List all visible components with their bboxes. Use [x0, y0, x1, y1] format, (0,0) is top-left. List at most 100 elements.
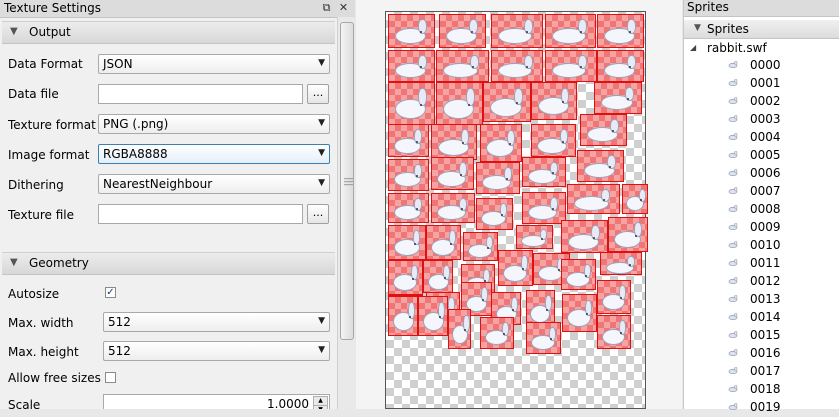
dithering-select[interactable]: NearestNeighbour ▼	[98, 174, 330, 194]
sprite-frame[interactable]	[418, 296, 448, 336]
sprite-frame[interactable]	[516, 225, 553, 249]
texture-preview-area[interactable]	[356, 0, 682, 409]
sprite-frame[interactable]	[480, 124, 522, 162]
sprite-frame[interactable]	[531, 124, 576, 157]
sprite-frame[interactable]	[431, 193, 475, 223]
sprite-frame[interactable]	[388, 296, 418, 336]
sprite-frame[interactable]	[476, 162, 520, 194]
sprite-frame[interactable]	[597, 50, 644, 82]
sprite-frame[interactable]	[594, 82, 642, 114]
sprite-frame[interactable]	[388, 124, 429, 157]
autosize-checkbox[interactable]: ✓	[105, 287, 116, 298]
sprite-frame[interactable]	[388, 193, 429, 223]
close-icon[interactable]: ✕	[337, 1, 350, 15]
sprite-frame[interactable]	[480, 317, 514, 349]
rabbit-eye	[509, 143, 511, 145]
sprite-frame[interactable]	[526, 322, 561, 354]
sprite-list-item[interactable]: 0005	[684, 147, 839, 165]
sprite-frame[interactable]	[426, 225, 461, 260]
texture-file-browse-button[interactable]: ...	[307, 204, 329, 224]
sprite-frame[interactable]	[436, 50, 489, 82]
sprite-frame[interactable]	[476, 198, 513, 230]
sprite-frame[interactable]	[622, 184, 648, 214]
sprite-list-item[interactable]: 0006	[684, 165, 839, 183]
sprite-list-item[interactable]: 0008	[684, 201, 839, 219]
output-section-header[interactable]: ▼ Output	[2, 21, 335, 44]
sprite-frame[interactable]	[431, 124, 477, 160]
sprite-frame[interactable]	[567, 184, 620, 214]
data-file-input[interactable]	[98, 84, 303, 104]
sprite-frame[interactable]	[600, 252, 642, 275]
rabbit-eye	[603, 199, 605, 201]
sprite-frame[interactable]	[545, 14, 596, 48]
sprite-frame[interactable]	[483, 82, 531, 122]
sprite-frame[interactable]	[608, 217, 648, 252]
sprite-frame[interactable]	[388, 82, 435, 125]
sprite-frame[interactable]	[577, 150, 624, 182]
sprite-list-item[interactable]: 0007	[684, 183, 839, 201]
sprite-frame[interactable]	[388, 50, 435, 82]
sprite-list-item[interactable]: 0018	[684, 381, 839, 399]
sprite-frame[interactable]	[491, 14, 543, 48]
sprite-list-item[interactable]: 0015	[684, 327, 839, 345]
sprite-list-item[interactable]: 0004	[684, 129, 839, 147]
settings-scrollbar[interactable]: ― ― ―	[337, 17, 355, 409]
sprite-frame[interactable]	[522, 192, 566, 224]
sprite-frame[interactable]	[388, 159, 429, 191]
sprite-frame[interactable]	[463, 232, 498, 261]
sprite-list-item[interactable]: 0017	[684, 363, 839, 381]
sprite-frame[interactable]	[436, 82, 483, 125]
sprite-icon	[728, 97, 738, 104]
sprite-list-item[interactable]: 0010	[684, 237, 839, 255]
texture-format-select[interactable]: PNG (.png) ▼	[98, 114, 330, 134]
sprite-list-item[interactable]: 0000	[684, 57, 839, 75]
geometry-section-header[interactable]: ▼ Geometry	[2, 252, 335, 275]
sprite-list-item[interactable]: 0009	[684, 219, 839, 237]
data-format-select[interactable]: JSON ▼	[98, 54, 330, 74]
max-width-select[interactable]: 512 ▼	[103, 312, 330, 332]
sprite-icon	[728, 367, 738, 374]
sprite-list-item[interactable]: 0014	[684, 309, 839, 327]
sprite-frame[interactable]	[431, 157, 474, 190]
sprite-list-item[interactable]: 0011	[684, 255, 839, 273]
allow-free-sizes-checkbox[interactable]	[105, 372, 116, 383]
sprite-frame[interactable]	[562, 294, 597, 332]
sprite-list-item[interactable]: 0001	[684, 75, 839, 93]
sprite-list-item[interactable]: 0003	[684, 111, 839, 129]
texture-atlas-canvas[interactable]	[385, 11, 648, 409]
sprite-frame[interactable]	[388, 225, 426, 260]
sprite-list-item[interactable]: 0019	[684, 399, 839, 417]
sprites-tree-header[interactable]: ▼ Sprites	[684, 20, 839, 39]
sprite-frame[interactable]	[597, 14, 644, 48]
data-file-browse-button[interactable]: ...	[307, 84, 329, 104]
sprite-frame[interactable]	[491, 50, 543, 82]
sprite-frame[interactable]	[388, 260, 423, 295]
sprite-list-item[interactable]: 0002	[684, 93, 839, 111]
sprite-frame[interactable]	[580, 114, 627, 146]
sprite-frame[interactable]	[561, 259, 596, 290]
sprite-frame[interactable]	[561, 220, 608, 253]
scrollbar-thumb[interactable]: ― ― ―	[340, 22, 354, 340]
sprite-frame[interactable]	[597, 315, 631, 349]
sprite-list-item[interactable]: 0016	[684, 345, 839, 363]
rabbit-eye	[416, 175, 418, 177]
sprite-frame[interactable]	[498, 250, 533, 286]
spin-down-icon[interactable]: ▼	[313, 405, 328, 409]
texture-file-input[interactable]	[98, 204, 303, 224]
sprite-frame[interactable]	[439, 14, 486, 48]
sprite-frame[interactable]	[388, 14, 435, 48]
sprite-list-item[interactable]: 0012	[684, 273, 839, 291]
sprite-frame[interactable]	[597, 280, 631, 314]
sprite-icon	[728, 205, 738, 212]
scale-spinbox[interactable]: 1.0000 ▲ ▼	[103, 394, 330, 409]
sprite-frame[interactable]	[531, 82, 577, 120]
sprite-frame[interactable]	[545, 50, 597, 82]
max-height-select[interactable]: 512 ▼	[103, 341, 330, 361]
sprite-frame[interactable]	[423, 260, 453, 293]
sprite-frame[interactable]	[522, 157, 566, 187]
expand-triangle-icon[interactable]: ◢	[690, 43, 696, 52]
sprite-list-item[interactable]: 0013	[684, 291, 839, 309]
sprite-frame[interactable]	[448, 309, 471, 349]
float-icon[interactable]: ⧉	[320, 1, 333, 15]
image-format-select[interactable]: RGBA8888 ▼	[98, 144, 330, 164]
